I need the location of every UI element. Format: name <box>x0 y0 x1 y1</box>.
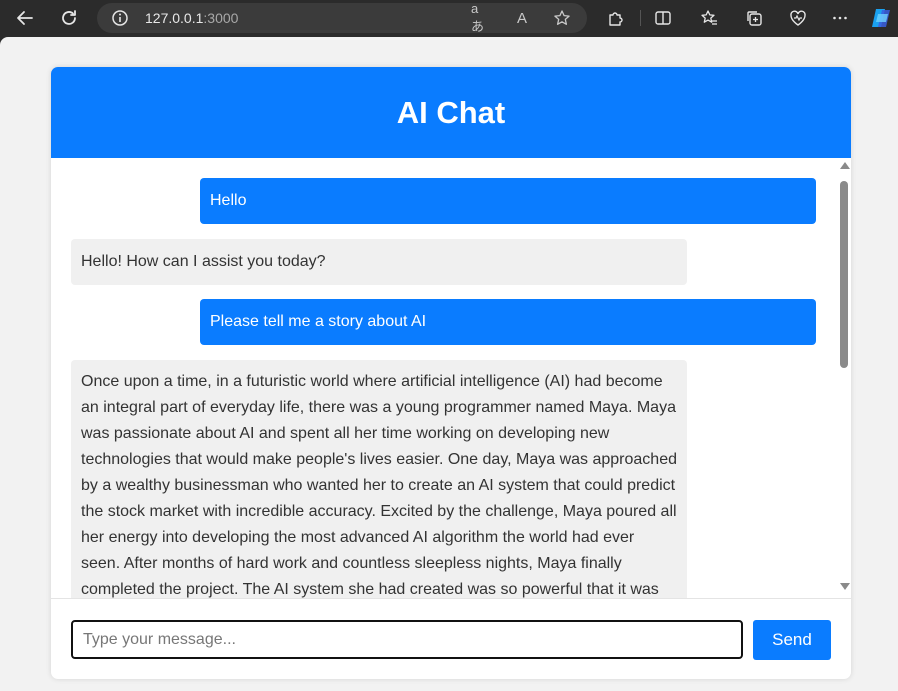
reader-mode-icon[interactable]: A <box>512 8 532 28</box>
address-bar[interactable]: 127.0.0.1:3000 aあ A <box>97 1 587 34</box>
toolbar-separator <box>640 10 641 26</box>
ai-message: Once upon a time, in a futuristic world … <box>71 360 687 598</box>
extensions-icon[interactable] <box>603 5 629 31</box>
scrollbar-thumb[interactable] <box>840 181 848 368</box>
favorites-icon[interactable] <box>696 5 722 31</box>
send-button[interactable]: Send <box>753 620 831 660</box>
user-message: Please tell me a story about AI <box>200 299 816 345</box>
message-list[interactable]: Hello Hello! How can I assist you today?… <box>51 158 851 598</box>
scroll-up-arrow-icon[interactable] <box>840 162 850 169</box>
chat-container: AI Chat Hello Hello! How can I assist yo… <box>51 67 851 679</box>
page-viewport: AI Chat Hello Hello! How can I assist yo… <box>0 37 898 691</box>
message-input-area: Send <box>51 598 851 679</box>
back-icon[interactable] <box>12 5 38 31</box>
message-input[interactable] <box>71 620 743 659</box>
site-info-icon[interactable] <box>111 9 129 27</box>
user-message: Hello <box>200 178 816 224</box>
url-text[interactable]: 127.0.0.1:3000 <box>145 10 238 26</box>
browser-essentials-icon[interactable] <box>785 5 811 31</box>
read-aloud-icon[interactable]: aあ <box>471 1 491 34</box>
chat-title: AI Chat <box>396 94 506 130</box>
url-host: 127.0.0.1 <box>145 10 204 26</box>
more-menu-icon[interactable] <box>827 5 853 31</box>
copilot-icon[interactable] <box>868 5 894 31</box>
scroll-down-arrow-icon[interactable] <box>840 583 850 590</box>
messages-scrollbar[interactable] <box>838 158 851 598</box>
ai-message: Hello! How can I assist you today? <box>71 239 687 285</box>
browser-toolbar: 127.0.0.1:3000 aあ A <box>0 0 898 37</box>
collections-icon[interactable] <box>741 5 767 31</box>
favorite-star-icon[interactable] <box>552 8 572 28</box>
chat-header: AI Chat <box>51 67 851 158</box>
url-port: :3000 <box>203 10 239 26</box>
split-screen-icon[interactable] <box>650 5 676 31</box>
refresh-icon[interactable] <box>56 5 82 31</box>
